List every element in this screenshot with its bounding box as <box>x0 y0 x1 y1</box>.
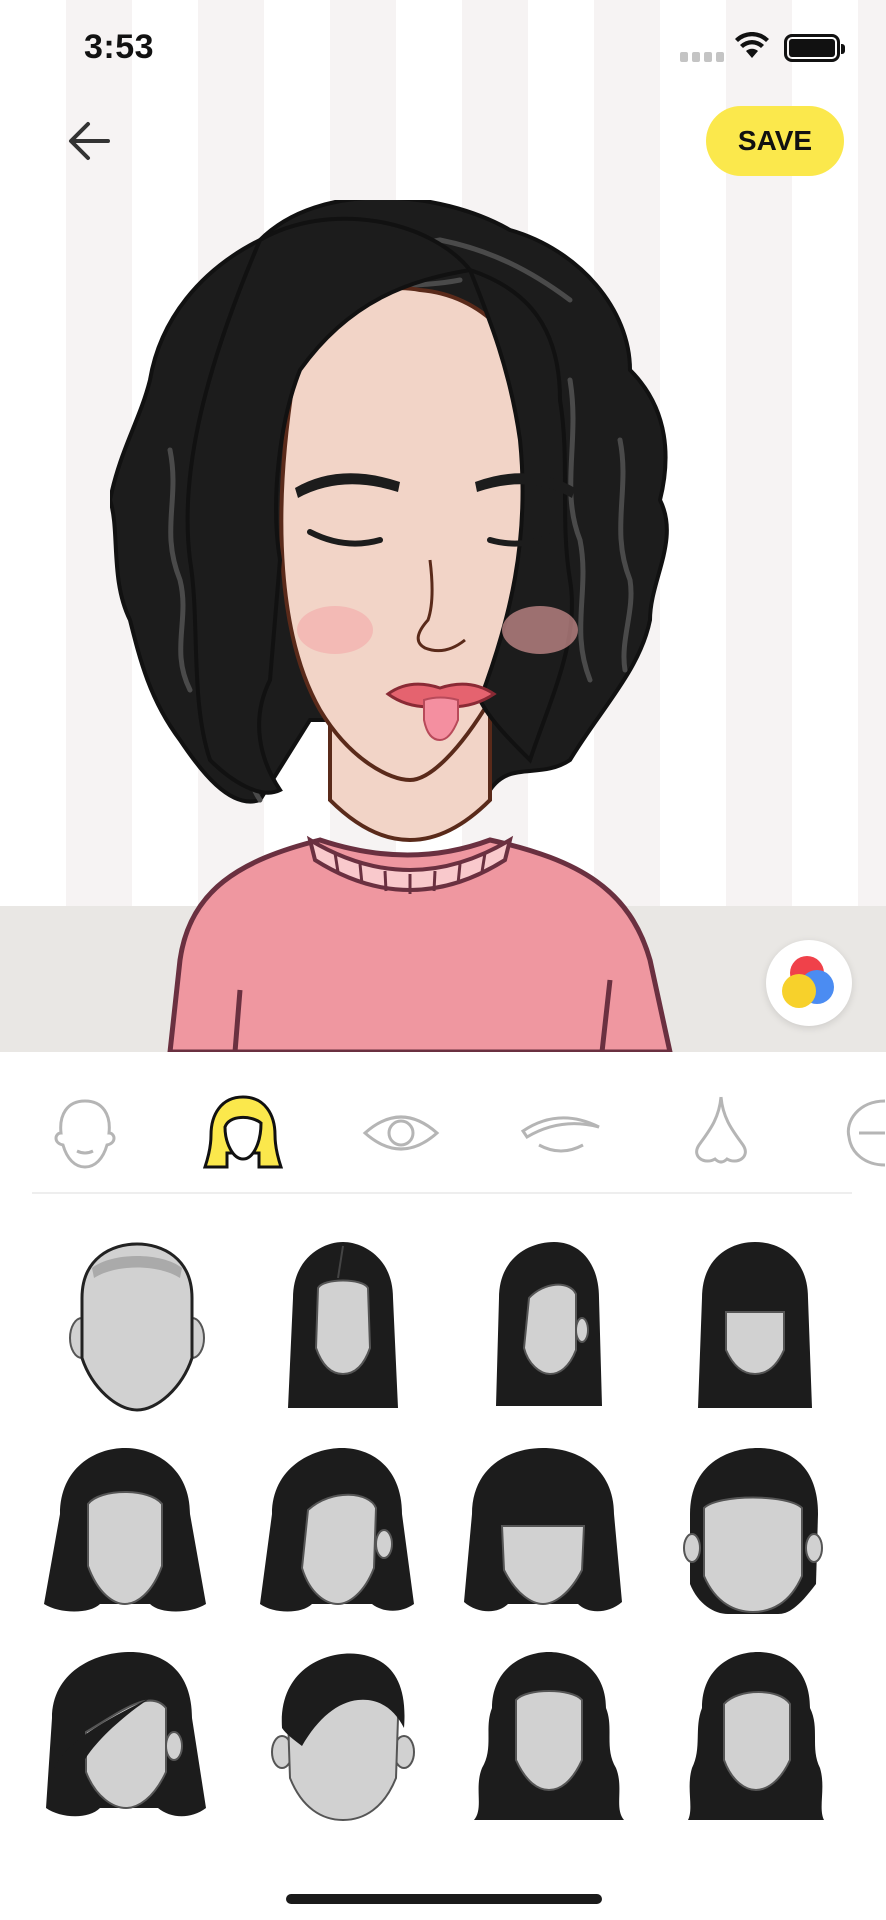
hair-style-icon <box>688 1652 824 1820</box>
signal-icon <box>680 52 724 62</box>
color-palette-button[interactable] <box>766 940 852 1026</box>
hair-style-icon <box>698 1242 812 1408</box>
home-indicator[interactable] <box>286 1894 602 1904</box>
hair-style-long-straight-side-part[interactable] <box>454 1228 644 1428</box>
avatar-illustration <box>110 200 673 1052</box>
hair-style-asymmetric-bob[interactable] <box>30 1638 220 1838</box>
category-nose[interactable] <box>676 1088 766 1178</box>
nose-icon <box>695 1096 747 1164</box>
category-hair[interactable] <box>198 1088 288 1178</box>
hair-style-icon <box>683 1448 823 1614</box>
category-eyebrows[interactable] <box>516 1088 606 1178</box>
avatar-stage: 3:53 SAVE <box>0 0 886 1052</box>
ear-icon <box>846 1099 886 1167</box>
hair-style-wavy-shoulder[interactable] <box>660 1638 850 1838</box>
hair-style-icon <box>44 1448 206 1612</box>
hair-icon <box>203 1095 283 1169</box>
hair-style-icon <box>474 1652 624 1820</box>
sweater <box>167 835 673 1052</box>
status-bar: 3:53 <box>0 0 886 96</box>
hair-style-icon <box>496 1242 602 1406</box>
hair-style-wavy-long[interactable] <box>454 1638 644 1838</box>
status-time: 3:53 <box>84 28 155 66</box>
hair-style-bob-center-part[interactable] <box>30 1434 220 1634</box>
hair-style-icon <box>46 1652 206 1817</box>
hair-style-icon <box>288 1242 398 1408</box>
hair-style-bob-bangs[interactable] <box>448 1434 638 1634</box>
hair-style-bald[interactable] <box>42 1228 232 1428</box>
bald-head-icon <box>69 1242 205 1412</box>
hair-style-icon <box>260 1448 414 1612</box>
category-ears[interactable] <box>830 1088 886 1178</box>
category-divider <box>32 1192 852 1194</box>
hair-style-long-straight-center-part[interactable] <box>248 1228 438 1428</box>
hair-style-bob-side-part[interactable] <box>242 1434 432 1634</box>
face-icon <box>54 1099 116 1169</box>
hair-style-icon <box>271 1653 415 1822</box>
back-arrow-icon[interactable] <box>60 112 118 170</box>
hair-style-long-straight-bangs[interactable] <box>660 1228 850 1428</box>
category-eyes[interactable] <box>356 1088 446 1178</box>
wifi-icon <box>735 32 769 58</box>
hair-style-short-pixie[interactable] <box>248 1638 438 1838</box>
hair-style-icon <box>464 1448 622 1612</box>
category-bar <box>0 1052 886 1194</box>
eyebrow-icon <box>520 1116 600 1153</box>
editor-panel <box>0 1052 886 1920</box>
eye-icon <box>362 1115 440 1151</box>
hair-style-short-slick[interactable] <box>658 1434 848 1634</box>
save-button[interactable]: SAVE <box>706 106 844 176</box>
category-face[interactable] <box>40 1088 130 1178</box>
battery-icon <box>784 34 845 62</box>
